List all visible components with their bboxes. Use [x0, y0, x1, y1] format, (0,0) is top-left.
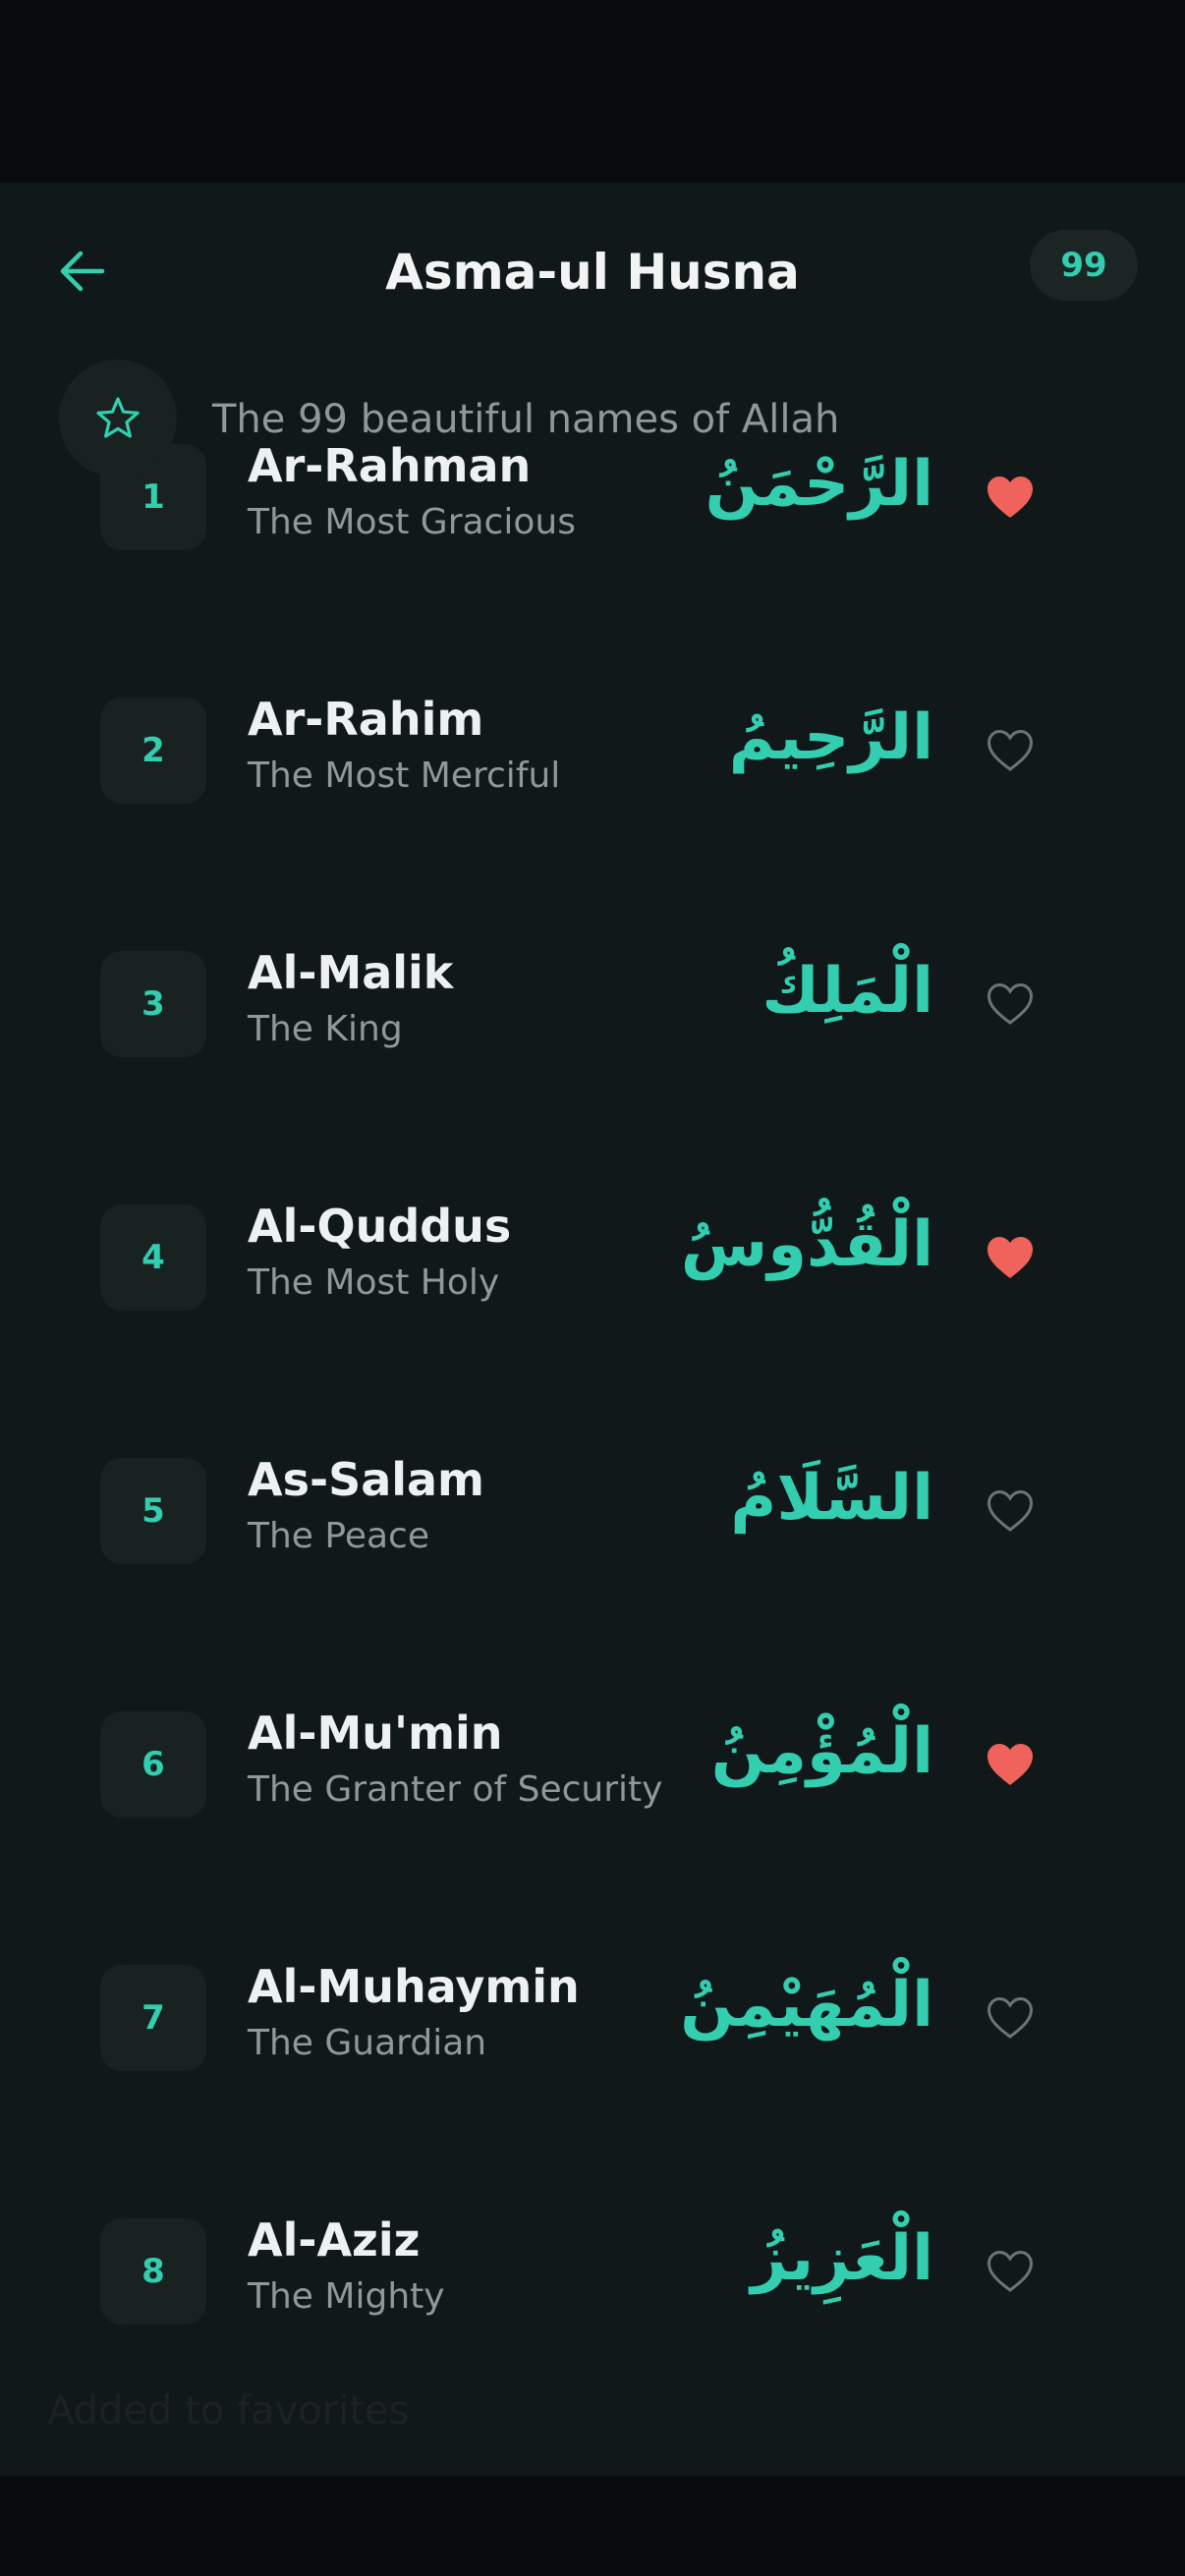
name-row-2[interactable]: 2 Ar-Rahim The Most Merciful الرَّحِيمُ — [0, 629, 1185, 882]
heart-outline-icon — [987, 1489, 1034, 1532]
names-count-badge: 99 — [1030, 230, 1138, 301]
name-number: 2 — [100, 698, 206, 804]
name-transliteration: Al-Mu'min — [248, 1707, 503, 1760]
heart-outline-icon — [987, 2250, 1034, 2292]
heart-outline-icon — [987, 1996, 1034, 2039]
heart-filled-icon — [988, 1744, 1033, 1785]
back-button[interactable] — [43, 232, 122, 310]
name-meaning: The Most Merciful — [248, 756, 561, 796]
name-meaning: The Guardian — [248, 2023, 487, 2063]
name-arabic: الْمُؤْمِنُ — [710, 1715, 933, 1788]
page-subtitle: The 99 beautiful names of Allah — [212, 397, 840, 442]
name-number: 3 — [100, 951, 206, 1057]
name-transliteration: Al-Malik — [248, 946, 454, 999]
names-list[interactable]: 1 Ar-Rahman The Most Gracious الرَّحْمَنُ 2 A… — [0, 183, 1185, 2476]
name-transliteration: As-Salam — [248, 1453, 484, 1506]
asma-ul-husna-screen: 1 Ar-Rahman The Most Gracious الرَّحْمَنُ 2 A… — [0, 183, 1185, 2476]
name-transliteration: Ar-Rahim — [248, 693, 484, 746]
page-title: Asma-ul Husna — [385, 244, 800, 301]
name-number: 7 — [100, 1965, 206, 2071]
name-number: 8 — [100, 2218, 206, 2324]
name-number: 6 — [100, 1711, 206, 1818]
name-arabic: الْمَلِكُ — [762, 955, 933, 1028]
name-arabic: السَّلَامُ — [730, 1462, 933, 1535]
favorite-button-active[interactable] — [979, 1733, 1042, 1796]
name-row-5[interactable]: 5 As-Salam The Peace السَّلَامُ — [0, 1389, 1185, 1643]
favorite-button[interactable] — [979, 2240, 1042, 2303]
name-meaning: The King — [248, 1009, 403, 1049]
name-row-4[interactable]: 4 Al-Quddus The Most Holy الْقُدُّوسُ — [0, 1136, 1185, 1389]
name-transliteration: Al-Muhaymin — [248, 1960, 580, 2013]
star-badge — [59, 360, 177, 477]
name-row-3[interactable]: 3 Al-Malik The King الْمَلِكُ — [0, 882, 1185, 1136]
name-meaning: The Peace — [248, 1516, 429, 1556]
heart-filled-icon — [988, 476, 1033, 518]
name-meaning: The Most Holy — [248, 1262, 500, 1303]
name-row-8[interactable]: 8 Al-Aziz The Mighty الْعَزِيزُ — [0, 2150, 1185, 2403]
favorite-button-active[interactable] — [979, 1226, 1042, 1289]
name-arabic: الْعَزِيزُ — [751, 2222, 933, 2295]
favorite-button[interactable] — [979, 1987, 1042, 2049]
star-icon — [96, 397, 140, 438]
name-arabic: الْقُدُّوسُ — [680, 1208, 933, 1281]
toast-message: Added to favorites — [47, 2388, 410, 2434]
name-transliteration: Al-Quddus — [248, 1200, 512, 1253]
navigation-bar-area — [0, 2476, 1185, 2576]
heart-outline-icon — [987, 729, 1034, 771]
favorite-button-active[interactable] — [979, 466, 1042, 529]
name-arabic: الرَّحِيمُ — [728, 701, 933, 774]
name-meaning: The Mighty — [248, 2276, 445, 2317]
favorite-button[interactable] — [979, 1480, 1042, 1542]
status-bar-area — [0, 0, 1185, 183]
name-meaning: The Granter of Security — [248, 1769, 663, 1810]
name-row-6[interactable]: 6 Al-Mu'min The Granter of Security الْمُؤْ… — [0, 1643, 1185, 1896]
heart-outline-icon — [987, 982, 1034, 1025]
favorite-button[interactable] — [979, 719, 1042, 782]
heart-filled-icon — [988, 1237, 1033, 1278]
name-row-7[interactable]: 7 Al-Muhaymin The Guardian الْمُهَيْمِنُ — [0, 1896, 1185, 2150]
name-number: 4 — [100, 1204, 206, 1311]
name-number: 5 — [100, 1458, 206, 1564]
name-transliteration: Al-Aziz — [248, 2213, 421, 2267]
arrow-left-icon — [60, 251, 105, 292]
name-arabic: الْمُهَيْمِنُ — [680, 1969, 933, 2042]
name-meaning: The Most Gracious — [248, 502, 576, 542]
favorite-button[interactable] — [979, 973, 1042, 1036]
